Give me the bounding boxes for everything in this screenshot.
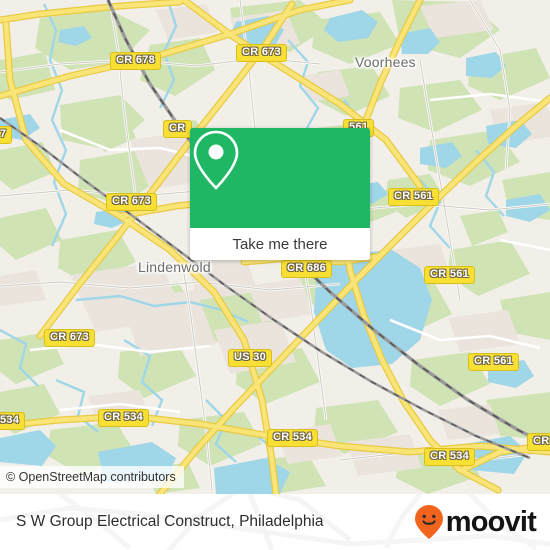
road-shield[interactable]: CR 534 (267, 429, 319, 447)
road-shield[interactable]: CR 673 (44, 329, 96, 347)
road-shield[interactable]: CR 534 (424, 448, 476, 466)
road-shield[interactable]: 7 (0, 126, 13, 144)
road-shield[interactable]: 534 (0, 412, 26, 430)
road-shield[interactable]: CR 673 (236, 44, 288, 62)
road-shield[interactable]: CR (527, 433, 550, 451)
map-canvas[interactable]: Voorhees Lindenwold CR 678 CR 673 7 CR 5… (0, 0, 550, 494)
map-screenshot: Voorhees Lindenwold CR 678 CR 673 7 CR 5… (0, 0, 550, 550)
popup-pin-area (190, 128, 370, 228)
place-label: Voorhees (355, 54, 416, 70)
road-shield[interactable]: CR 686 (281, 260, 333, 278)
page-title: S W Group Electrical Construct, Philadel… (16, 513, 324, 530)
moovit-smiley-pin-icon (414, 505, 443, 539)
moovit-logo[interactable]: moovit (414, 504, 537, 540)
road-shield[interactable]: CR 673 (106, 193, 158, 211)
road-shield[interactable]: CR 678 (110, 52, 162, 70)
road-shield[interactable]: US 30 (228, 349, 273, 367)
footer-bar: S W Group Electrical Construct, Philadel… (0, 494, 550, 550)
osm-attribution[interactable]: © OpenStreetMap contributors (0, 466, 184, 488)
take-me-there-button[interactable]: Take me there (190, 228, 370, 260)
road-shield[interactable]: CR (163, 120, 192, 138)
location-popup: Take me there (190, 128, 370, 260)
road-shield[interactable]: CR 561 (388, 188, 440, 206)
road-shield[interactable]: CR 561 (468, 353, 520, 371)
map-pin-icon (193, 130, 239, 190)
place-label: Lindenwold (138, 259, 211, 275)
road-shield[interactable]: CR 561 (424, 266, 476, 284)
moovit-wordmark: moovit (445, 505, 537, 538)
road-shield[interactable]: CR 534 (98, 409, 150, 427)
take-me-there-label: Take me there (232, 235, 328, 253)
